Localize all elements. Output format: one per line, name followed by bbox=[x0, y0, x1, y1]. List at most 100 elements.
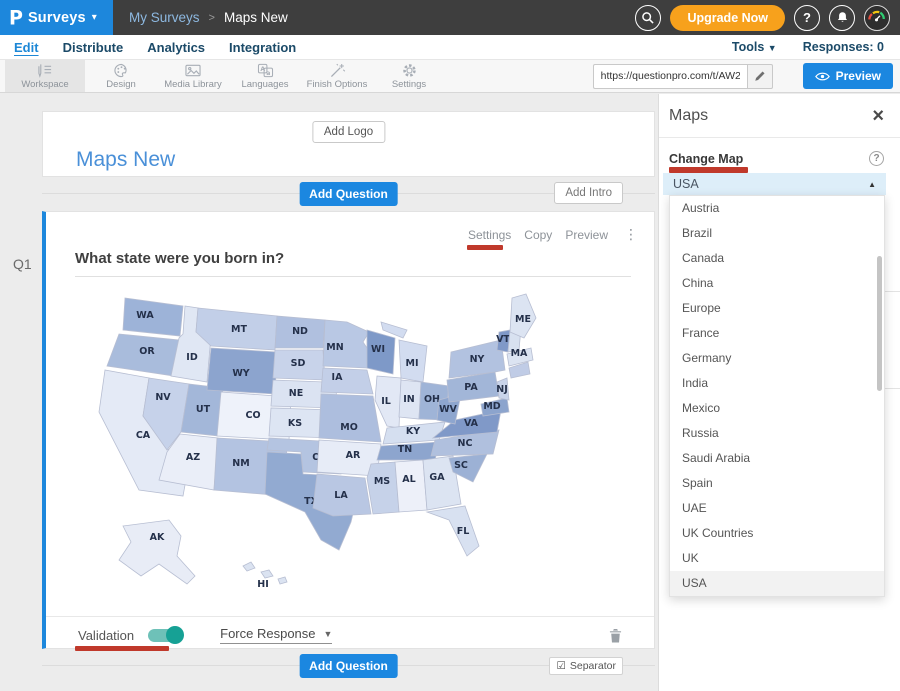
chevron-down-icon: ▼ bbox=[324, 629, 333, 639]
state-label-ut: UT bbox=[196, 404, 211, 415]
add-logo-button[interactable]: Add Logo bbox=[312, 121, 385, 143]
close-icon[interactable]: × bbox=[872, 108, 884, 124]
toolbar-item-workspace[interactable]: Workspace bbox=[5, 60, 85, 92]
workspace-toolbar: WorkspaceDesignMedia LibraryAaLanguages F… bbox=[0, 60, 900, 93]
notifications-button[interactable] bbox=[829, 5, 855, 31]
topbar-actions: Upgrade Now ? bbox=[635, 5, 900, 31]
tools-menu[interactable]: Tools ▼ bbox=[732, 40, 777, 54]
state-label-wi: WI bbox=[371, 344, 385, 355]
state-label-nv: NV bbox=[155, 392, 171, 403]
tab-distribute[interactable]: Distribute bbox=[63, 40, 124, 55]
state-label-ny: NY bbox=[470, 354, 485, 365]
question-link-copy[interactable]: Copy bbox=[524, 228, 552, 242]
gauge-avatar-icon bbox=[865, 6, 889, 29]
map-option-china[interactable]: China bbox=[670, 271, 884, 296]
pencil-icon bbox=[754, 70, 766, 82]
svg-text:A: A bbox=[260, 65, 265, 72]
languages-icon: Aa bbox=[257, 62, 274, 78]
question-link-preview[interactable]: Preview bbox=[565, 228, 608, 242]
search-button[interactable] bbox=[635, 5, 661, 31]
toolbar-item-languages[interactable]: AaLanguages bbox=[229, 60, 301, 92]
state-label-la: LA bbox=[334, 490, 348, 501]
delete-question-button[interactable] bbox=[609, 628, 622, 643]
map-option-mexico[interactable]: Mexico bbox=[670, 396, 884, 421]
state-label-co: CO bbox=[245, 410, 260, 421]
edit-url-button[interactable] bbox=[747, 64, 773, 89]
survey-url-group bbox=[593, 64, 773, 89]
help-circle-icon[interactable]: ? bbox=[869, 151, 884, 166]
validation-toggle[interactable] bbox=[148, 629, 182, 642]
toolbar-item-design[interactable]: Design bbox=[85, 60, 157, 92]
change-map-label: Change Map bbox=[669, 152, 743, 166]
map-option-russia[interactable]: Russia bbox=[670, 421, 884, 446]
toolbar-item-media-library[interactable]: Media Library bbox=[157, 60, 229, 92]
map-option-austria[interactable]: Austria bbox=[670, 196, 884, 221]
map-options-list: AustriaBrazilCanadaChinaEuropeFranceGerm… bbox=[670, 196, 884, 596]
state-ia[interactable] bbox=[321, 368, 373, 394]
map-select[interactable]: USA ▲ bbox=[663, 173, 886, 195]
toolbar-item-settings[interactable]: Settings bbox=[373, 60, 445, 92]
survey-title[interactable]: Maps New bbox=[76, 148, 175, 172]
help-button[interactable]: ? bbox=[794, 5, 820, 31]
map-option-saudi-arabia[interactable]: Saudi Arabia bbox=[670, 446, 884, 471]
map-option-india[interactable]: India bbox=[670, 371, 884, 396]
state-label-me: ME bbox=[515, 314, 531, 325]
state-mo[interactable] bbox=[319, 394, 381, 442]
avatar[interactable] bbox=[864, 5, 890, 31]
dropdown-scrollbar[interactable] bbox=[877, 256, 882, 391]
nav-tabs: Edit Distribute Analytics Integration bbox=[14, 40, 296, 55]
map-option-spain[interactable]: Spain bbox=[670, 471, 884, 496]
chevron-up-icon: ▲ bbox=[868, 180, 876, 189]
insert-row-top: Add Question Add Intro bbox=[42, 177, 655, 211]
map-option-europe[interactable]: Europe bbox=[670, 296, 884, 321]
state-label-ga: GA bbox=[429, 472, 445, 483]
state-label-nm: NM bbox=[232, 458, 249, 469]
annotation-settings-underline bbox=[467, 245, 503, 250]
toolbar-item-label: Finish Options bbox=[307, 79, 368, 90]
product-switcher[interactable]: P Surveys ▾ bbox=[0, 0, 113, 35]
survey-canvas: Q1 Add Logo Maps New Add Question Add In… bbox=[0, 94, 658, 691]
breadcrumb-my-surveys[interactable]: My Surveys bbox=[129, 10, 200, 25]
toolbar-item-finish-options[interactable]: Finish Options bbox=[301, 60, 373, 92]
force-response-dropdown[interactable]: Force Response ▼ bbox=[220, 626, 332, 644]
tab-integration[interactable]: Integration bbox=[229, 40, 296, 55]
state-fl[interactable] bbox=[427, 506, 479, 556]
usa-choropleth-map[interactable]: WAORCAIDNVUTAZMTWYCONMNDSDNEKSOKTXMNIAMO… bbox=[95, 290, 555, 594]
state-label-vt: VT bbox=[496, 334, 510, 345]
tab-analytics[interactable]: Analytics bbox=[147, 40, 205, 55]
state-label-va: VA bbox=[464, 418, 479, 429]
state-label-mn: MN bbox=[326, 342, 343, 353]
responses-count[interactable]: Responses: 0 bbox=[803, 40, 884, 54]
state-ak[interactable] bbox=[119, 520, 195, 584]
question-text[interactable]: What state were you born in? bbox=[75, 250, 631, 277]
preview-button[interactable]: Preview bbox=[803, 63, 893, 89]
kebab-menu-icon[interactable]: ⋮ bbox=[624, 228, 638, 242]
state-label-in: IN bbox=[403, 394, 415, 405]
survey-header-card: Add Logo Maps New bbox=[42, 111, 655, 177]
map-option-brazil[interactable]: Brazil bbox=[670, 221, 884, 246]
separator-toggle[interactable]: ☑ Separator bbox=[549, 657, 623, 675]
map-option-germany[interactable]: Germany bbox=[670, 346, 884, 371]
map-option-uk[interactable]: UK bbox=[670, 546, 884, 571]
add-question-button-bottom[interactable]: Add Question bbox=[299, 654, 398, 678]
map-option-uk-countries[interactable]: UK Countries bbox=[670, 521, 884, 546]
toolbar-right: Preview bbox=[593, 60, 900, 92]
map-option-usa[interactable]: USA bbox=[670, 571, 884, 596]
state-label-nj: NJ bbox=[496, 384, 508, 395]
state-al[interactable] bbox=[395, 460, 427, 512]
upgrade-now-button[interactable]: Upgrade Now bbox=[670, 5, 785, 31]
insert-row-bottom: Add Question ☑ Separator bbox=[42, 649, 655, 683]
product-label: Surveys bbox=[28, 10, 86, 26]
add-intro-button[interactable]: Add Intro bbox=[554, 182, 623, 204]
map-option-uae[interactable]: UAE bbox=[670, 496, 884, 521]
state-ms[interactable] bbox=[367, 462, 399, 514]
change-map-row: Change Map ? bbox=[669, 151, 884, 166]
survey-url-input[interactable] bbox=[593, 64, 747, 89]
question-link-settings[interactable]: Settings bbox=[468, 228, 511, 242]
state-label-sd: SD bbox=[291, 358, 306, 369]
add-question-button-top[interactable]: Add Question bbox=[299, 182, 398, 206]
map-option-canada[interactable]: Canada bbox=[670, 246, 884, 271]
tab-edit[interactable]: Edit bbox=[14, 40, 39, 55]
toolbar-items: WorkspaceDesignMedia LibraryAaLanguages F… bbox=[0, 60, 445, 92]
map-option-france[interactable]: France bbox=[670, 321, 884, 346]
